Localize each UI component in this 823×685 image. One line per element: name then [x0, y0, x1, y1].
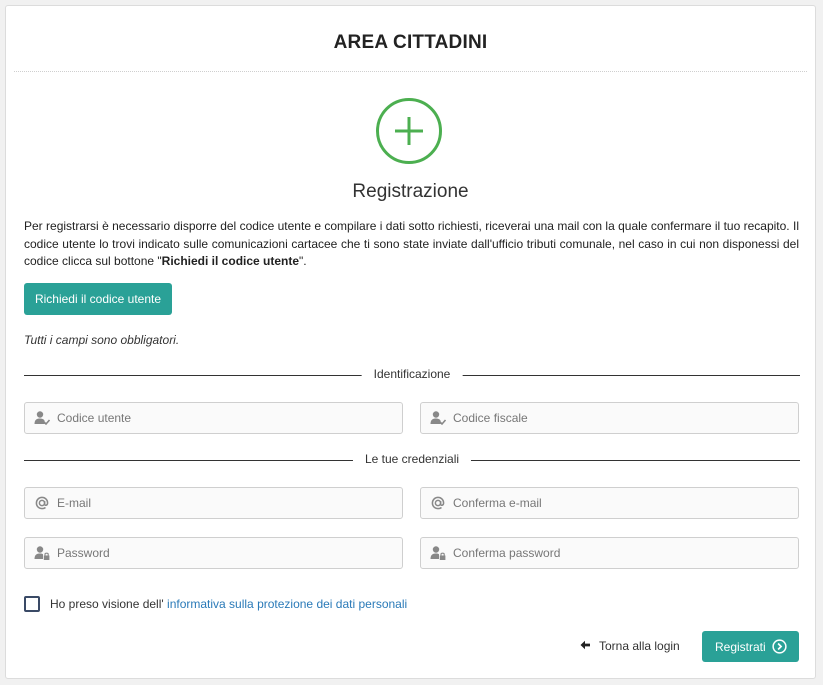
- user-check-icon: [34, 411, 50, 426]
- mandatory-note: Tutti i campi sono obbligatori.: [24, 333, 180, 347]
- privacy-consent-checkbox[interactable]: [24, 596, 40, 612]
- user-lock-icon: [34, 546, 50, 560]
- user-check-icon: [430, 411, 446, 426]
- password-input[interactable]: [57, 538, 387, 568]
- tax-code-field[interactable]: [420, 402, 799, 434]
- intro-text-bold: Richiedi il codice utente: [161, 254, 300, 268]
- credentials-divider: Le tue credenziali: [24, 452, 800, 468]
- registration-heading: Registrazione: [352, 181, 469, 202]
- password-confirm-input[interactable]: [453, 538, 783, 568]
- identification-divider: Identificazione: [24, 367, 800, 383]
- user-code-field[interactable]: [24, 402, 403, 434]
- tax-code-input[interactable]: [453, 403, 783, 433]
- user-lock-icon: [430, 546, 446, 560]
- page-title: AREA CITTADINI: [333, 32, 488, 53]
- email-confirm-field[interactable]: [420, 487, 799, 519]
- register-button[interactable]: Registrati: [702, 631, 799, 662]
- privacy-consent-text: Ho preso visione dell' informativa sulla…: [50, 597, 407, 611]
- email-confirm-input[interactable]: [453, 488, 783, 518]
- request-code-button[interactable]: Richiedi il codice utente: [24, 283, 172, 315]
- chevron-circle-right-icon: [772, 639, 787, 654]
- privacy-policy-link[interactable]: informativa sulla protezione dei dati pe…: [167, 597, 407, 611]
- intro-text-main: Per registrarsi è necessario disporre de…: [24, 219, 799, 268]
- registration-card: AREA CITTADINI Registrazione Per registr…: [5, 5, 816, 679]
- consent-prefix: Ho preso visione dell': [50, 597, 168, 611]
- back-to-login-label: Torna alla login: [599, 639, 680, 653]
- title-divider: [14, 71, 807, 72]
- credentials-label: Le tue credenziali: [352, 452, 472, 466]
- intro-text: Per registrarsi è necessario disporre de…: [24, 218, 799, 271]
- plus-circle-icon: [376, 98, 442, 164]
- password-confirm-field[interactable]: [420, 537, 799, 569]
- back-to-login-link[interactable]: Torna alla login: [579, 639, 680, 653]
- arrow-left-icon: [580, 640, 590, 650]
- user-code-input[interactable]: [57, 403, 387, 433]
- email-field[interactable]: [24, 487, 403, 519]
- password-field[interactable]: [24, 537, 403, 569]
- identification-label: Identificazione: [361, 367, 463, 381]
- register-label: Registrati: [715, 639, 766, 654]
- email-input[interactable]: [57, 488, 387, 518]
- at-icon: [431, 496, 445, 510]
- at-icon: [35, 496, 49, 510]
- intro-text-end: ".: [299, 254, 307, 268]
